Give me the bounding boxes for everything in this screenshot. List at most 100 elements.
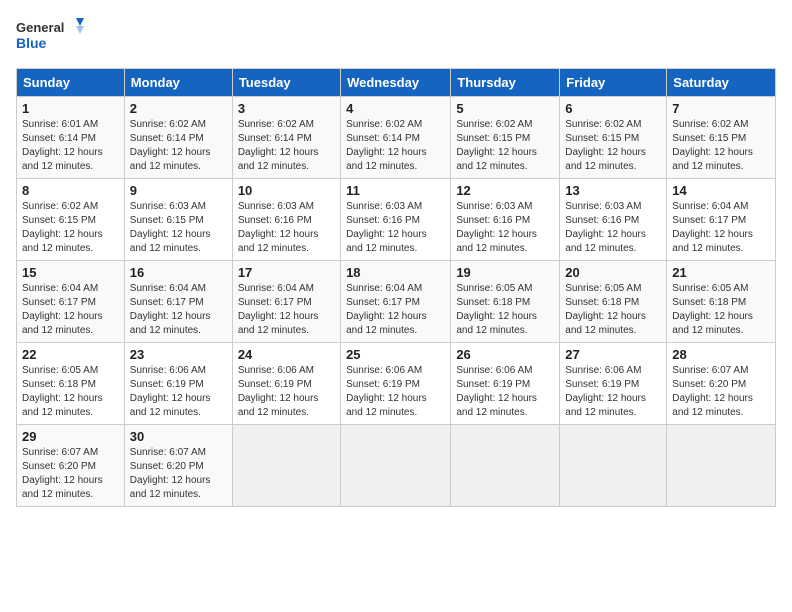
day-number: 26 — [456, 347, 554, 362]
calendar-week-row: 1 Sunrise: 6:01 AM Sunset: 6:14 PM Daylig… — [17, 97, 776, 179]
calendar-table: SundayMondayTuesdayWednesdayThursdayFrid… — [16, 68, 776, 507]
day-number: 19 — [456, 265, 554, 280]
header-cell-wednesday: Wednesday — [341, 69, 451, 97]
calendar-cell: 5 Sunrise: 6:02 AM Sunset: 6:15 PM Daylig… — [451, 97, 560, 179]
cell-sun-info: Sunrise: 6:06 AM Sunset: 6:19 PM Dayligh… — [130, 364, 227, 420]
day-number: 6 — [565, 101, 661, 116]
calendar-week-row: 22 Sunrise: 6:05 AM Sunset: 6:18 PM Dayli… — [17, 343, 776, 425]
day-number: 21 — [672, 265, 770, 280]
day-number: 1 — [22, 101, 119, 116]
calendar-cell — [232, 425, 340, 507]
calendar-header-row: SundayMondayTuesdayWednesdayThursdayFrid… — [17, 69, 776, 97]
day-number: 16 — [130, 265, 227, 280]
cell-sun-info: Sunrise: 6:04 AM Sunset: 6:17 PM Dayligh… — [346, 282, 445, 338]
header-cell-tuesday: Tuesday — [232, 69, 340, 97]
cell-sun-info: Sunrise: 6:07 AM Sunset: 6:20 PM Dayligh… — [130, 446, 227, 502]
calendar-cell: 27Sunrise: 6:06 AM Sunset: 6:19 PM Dayli… — [560, 343, 667, 425]
cell-sun-info: Sunrise: 6:04 AM Sunset: 6:17 PM Dayligh… — [672, 200, 770, 256]
cell-sun-info: Sunrise: 6:06 AM Sunset: 6:19 PM Dayligh… — [346, 364, 445, 420]
cell-sun-info: Sunrise: 6:02 AM Sunset: 6:15 PM Dayligh… — [456, 118, 554, 174]
cell-sun-info: Sunrise: 6:06 AM Sunset: 6:19 PM Dayligh… — [565, 364, 661, 420]
header-cell-monday: Monday — [124, 69, 232, 97]
cell-sun-info: Sunrise: 6:07 AM Sunset: 6:20 PM Dayligh… — [22, 446, 119, 502]
cell-sun-info: Sunrise: 6:03 AM Sunset: 6:15 PM Dayligh… — [130, 200, 227, 256]
calendar-body: 1 Sunrise: 6:01 AM Sunset: 6:14 PM Daylig… — [17, 97, 776, 507]
calendar-cell: 11Sunrise: 6:03 AM Sunset: 6:16 PM Dayli… — [341, 179, 451, 261]
calendar-cell: 23Sunrise: 6:06 AM Sunset: 6:19 PM Dayli… — [124, 343, 232, 425]
header-cell-sunday: Sunday — [17, 69, 125, 97]
day-number: 8 — [22, 183, 119, 198]
day-number: 17 — [238, 265, 335, 280]
calendar-cell: 28 Sunrise: 6:07 AM Sunset: 6:20 PM Dayli… — [667, 343, 776, 425]
cell-sun-info: Sunrise: 6:01 AM Sunset: 6:14 PM Dayligh… — [22, 118, 119, 174]
calendar-cell: 9 Sunrise: 6:03 AM Sunset: 6:15 PM Daylig… — [124, 179, 232, 261]
svg-text:General: General — [16, 20, 64, 35]
cell-sun-info: Sunrise: 6:06 AM Sunset: 6:19 PM Dayligh… — [238, 364, 335, 420]
cell-sun-info: Sunrise: 6:03 AM Sunset: 6:16 PM Dayligh… — [565, 200, 661, 256]
calendar-week-row: 29 Sunrise: 6:07 AM Sunset: 6:20 PM Dayli… — [17, 425, 776, 507]
calendar-cell — [341, 425, 451, 507]
cell-sun-info: Sunrise: 6:02 AM Sunset: 6:15 PM Dayligh… — [22, 200, 119, 256]
day-number: 20 — [565, 265, 661, 280]
calendar-cell: 3 Sunrise: 6:02 AM Sunset: 6:14 PM Daylig… — [232, 97, 340, 179]
cell-sun-info: Sunrise: 6:02 AM Sunset: 6:15 PM Dayligh… — [672, 118, 770, 174]
cell-sun-info: Sunrise: 6:02 AM Sunset: 6:14 PM Dayligh… — [238, 118, 335, 174]
cell-sun-info: Sunrise: 6:03 AM Sunset: 6:16 PM Dayligh… — [346, 200, 445, 256]
calendar-cell: 10 Sunrise: 6:03 AM Sunset: 6:16 PM Dayli… — [232, 179, 340, 261]
calendar-cell — [451, 425, 560, 507]
cell-sun-info: Sunrise: 6:03 AM Sunset: 6:16 PM Dayligh… — [238, 200, 335, 256]
cell-sun-info: Sunrise: 6:02 AM Sunset: 6:14 PM Dayligh… — [130, 118, 227, 174]
day-number: 25 — [346, 347, 445, 362]
cell-sun-info: Sunrise: 6:04 AM Sunset: 6:17 PM Dayligh… — [130, 282, 227, 338]
cell-sun-info: Sunrise: 6:06 AM Sunset: 6:19 PM Dayligh… — [456, 364, 554, 420]
calendar-cell: 30 Sunrise: 6:07 AM Sunset: 6:20 PM Dayli… — [124, 425, 232, 507]
calendar-cell: 24Sunrise: 6:06 AM Sunset: 6:19 PM Dayli… — [232, 343, 340, 425]
calendar-cell — [560, 425, 667, 507]
day-number: 9 — [130, 183, 227, 198]
calendar-cell: 8 Sunrise: 6:02 AM Sunset: 6:15 PM Daylig… — [17, 179, 125, 261]
logo-svg: General Blue — [16, 16, 86, 56]
cell-sun-info: Sunrise: 6:05 AM Sunset: 6:18 PM Dayligh… — [565, 282, 661, 338]
calendar-cell: 15Sunrise: 6:04 AM Sunset: 6:17 PM Dayli… — [17, 261, 125, 343]
calendar-cell: 7 Sunrise: 6:02 AM Sunset: 6:15 PM Daylig… — [667, 97, 776, 179]
day-number: 5 — [456, 101, 554, 116]
cell-sun-info: Sunrise: 6:07 AM Sunset: 6:20 PM Dayligh… — [672, 364, 770, 420]
day-number: 18 — [346, 265, 445, 280]
day-number: 12 — [456, 183, 554, 198]
calendar-week-row: 8 Sunrise: 6:02 AM Sunset: 6:15 PM Daylig… — [17, 179, 776, 261]
day-number: 7 — [672, 101, 770, 116]
day-number: 28 — [672, 347, 770, 362]
calendar-cell: 19 Sunrise: 6:05 AM Sunset: 6:18 PM Dayli… — [451, 261, 560, 343]
calendar-cell: 16 Sunrise: 6:04 AM Sunset: 6:17 PM Dayli… — [124, 261, 232, 343]
day-number: 3 — [238, 101, 335, 116]
calendar-cell: 4 Sunrise: 6:02 AM Sunset: 6:14 PM Daylig… — [341, 97, 451, 179]
day-number: 29 — [22, 429, 119, 444]
calendar-cell: 29 Sunrise: 6:07 AM Sunset: 6:20 PM Dayli… — [17, 425, 125, 507]
cell-sun-info: Sunrise: 6:04 AM Sunset: 6:17 PM Dayligh… — [238, 282, 335, 338]
cell-sun-info: Sunrise: 6:05 AM Sunset: 6:18 PM Dayligh… — [22, 364, 119, 420]
calendar-cell: 14Sunrise: 6:04 AM Sunset: 6:17 PM Dayli… — [667, 179, 776, 261]
day-number: 30 — [130, 429, 227, 444]
cell-sun-info: Sunrise: 6:05 AM Sunset: 6:18 PM Dayligh… — [456, 282, 554, 338]
calendar-cell — [667, 425, 776, 507]
calendar-cell: 2Sunrise: 6:02 AM Sunset: 6:14 PM Daylig… — [124, 97, 232, 179]
header-cell-thursday: Thursday — [451, 69, 560, 97]
svg-text:Blue: Blue — [16, 35, 47, 51]
cell-sun-info: Sunrise: 6:05 AM Sunset: 6:18 PM Dayligh… — [672, 282, 770, 338]
day-number: 10 — [238, 183, 335, 198]
calendar-cell: 6 Sunrise: 6:02 AM Sunset: 6:15 PM Daylig… — [560, 97, 667, 179]
cell-sun-info: Sunrise: 6:02 AM Sunset: 6:15 PM Dayligh… — [565, 118, 661, 174]
day-number: 4 — [346, 101, 445, 116]
calendar-week-row: 15Sunrise: 6:04 AM Sunset: 6:17 PM Dayli… — [17, 261, 776, 343]
calendar-cell: 17 Sunrise: 6:04 AM Sunset: 6:17 PM Dayli… — [232, 261, 340, 343]
calendar-cell: 13 Sunrise: 6:03 AM Sunset: 6:16 PM Dayli… — [560, 179, 667, 261]
day-number: 13 — [565, 183, 661, 198]
calendar-cell: 12 Sunrise: 6:03 AM Sunset: 6:16 PM Dayli… — [451, 179, 560, 261]
cell-sun-info: Sunrise: 6:02 AM Sunset: 6:14 PM Dayligh… — [346, 118, 445, 174]
day-number: 22 — [22, 347, 119, 362]
calendar-cell: 26 Sunrise: 6:06 AM Sunset: 6:19 PM Dayli… — [451, 343, 560, 425]
cell-sun-info: Sunrise: 6:03 AM Sunset: 6:16 PM Dayligh… — [456, 200, 554, 256]
logo: General Blue — [16, 16, 86, 56]
calendar-cell: 1 Sunrise: 6:01 AM Sunset: 6:14 PM Daylig… — [17, 97, 125, 179]
calendar-cell: 18 Sunrise: 6:04 AM Sunset: 6:17 PM Dayli… — [341, 261, 451, 343]
